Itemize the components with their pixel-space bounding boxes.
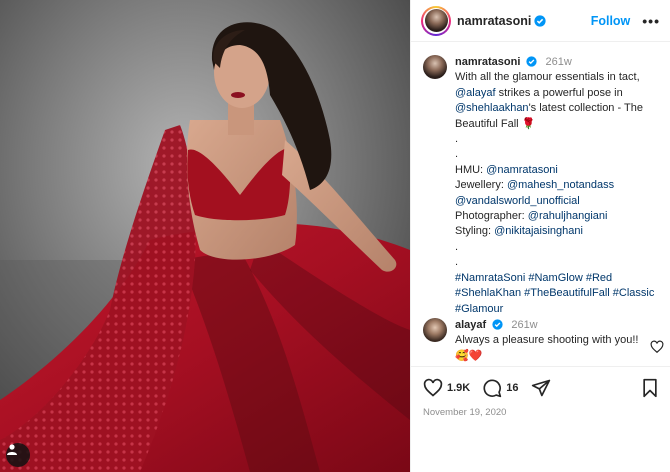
mention-link[interactable]: @namratasoni bbox=[486, 164, 558, 176]
caption-segment: . bbox=[455, 133, 459, 146]
mention-link[interactable]: @nikitajaisinghani bbox=[494, 225, 583, 237]
author-avatar[interactable] bbox=[421, 5, 451, 36]
caption-segment: . bbox=[455, 256, 459, 269]
verified-badge-icon bbox=[526, 56, 538, 67]
share-icon[interactable] bbox=[531, 378, 551, 398]
post-actions: 1.9K 16 November 19, 2020 bbox=[411, 366, 670, 418]
caption-timestamp[interactable]: 261w bbox=[546, 56, 572, 68]
caption-text: namratasoni 261w With all the glamour es… bbox=[455, 55, 660, 317]
post-photo[interactable] bbox=[0, 0, 410, 472]
post-header: namratasoni Follow ••• bbox=[411, 0, 670, 42]
caption-line: Photographer: @rahuljhangiani bbox=[455, 209, 660, 224]
caption-segment: Styling: bbox=[455, 225, 495, 238]
caption-line: #NamrataSoni #NamGlow #Red bbox=[455, 271, 660, 286]
caption-segment: Beautiful Fall 🌹 bbox=[455, 117, 536, 130]
caption-line: @vandalsworld_unofficial bbox=[455, 194, 660, 209]
mention-link[interactable]: @mahesh_notandass bbox=[507, 179, 614, 191]
caption-line: @shehlaakhan's latest collection - The bbox=[455, 101, 660, 116]
comment-icon[interactable] bbox=[482, 378, 502, 398]
caption-line: . bbox=[455, 240, 660, 255]
caption-line: . bbox=[455, 147, 660, 162]
caption-segment: With all the glamour essentials in tact, bbox=[455, 71, 640, 84]
user-icon bbox=[7, 444, 17, 455]
comment-emoji: 🥰❤️ bbox=[455, 349, 483, 362]
caption-line: #ShehlaKhan #TheBeautifulFall #Classic bbox=[455, 286, 660, 301]
mention-link[interactable]: @rahuljhangiani bbox=[528, 210, 608, 222]
caption-segment: Jewellery: bbox=[455, 179, 507, 192]
comment-author-avatar[interactable] bbox=[423, 318, 447, 342]
caption-line: Beautiful Fall 🌹 bbox=[455, 117, 660, 132]
caption-area: namratasoni 261w With all the glamour es… bbox=[411, 43, 670, 363]
caption-line: #Glamour bbox=[455, 302, 660, 317]
more-options-button[interactable]: ••• bbox=[642, 13, 660, 29]
comment-text: Always a pleasure shooting with you!! bbox=[455, 334, 639, 347]
comment-item: alayaf 261w Always a pleasure shooting w… bbox=[423, 318, 663, 364]
caption-line: . bbox=[455, 132, 660, 147]
verified-badge-icon bbox=[492, 319, 503, 330]
comment-username[interactable]: alayaf bbox=[455, 319, 486, 331]
caption-line: Jewellery: @mahesh_notandass bbox=[455, 178, 660, 193]
mention-link[interactable]: @alayaf bbox=[455, 87, 496, 99]
post-image bbox=[0, 0, 410, 472]
verified-badge-icon bbox=[534, 14, 546, 27]
caption-segment: strikes a powerful pose in bbox=[495, 86, 623, 99]
like-comment-icon[interactable] bbox=[650, 340, 664, 354]
tagged-users-button[interactable] bbox=[6, 443, 30, 467]
caption-segment: 's latest collection - The bbox=[528, 102, 643, 115]
caption-author-username[interactable]: namratasoni bbox=[455, 56, 520, 68]
caption-author-avatar[interactable] bbox=[423, 55, 447, 79]
author-username[interactable]: namratasoni bbox=[457, 14, 531, 28]
hashtag-link[interactable]: #NamrataSoni #NamGlow #Red bbox=[455, 272, 612, 284]
caption-line: . bbox=[455, 255, 660, 270]
caption-segment: HMU: bbox=[455, 163, 487, 176]
likes-count[interactable]: 1.9K bbox=[447, 382, 470, 394]
caption-segment: . bbox=[455, 240, 459, 253]
post-date[interactable]: November 19, 2020 bbox=[423, 407, 659, 418]
caption-segment: . bbox=[455, 148, 459, 161]
post-details-panel: namratasoni Follow ••• namratasoni 261w … bbox=[410, 0, 670, 472]
comment-timestamp[interactable]: 261w bbox=[511, 319, 537, 331]
caption-line: HMU: @namratasoni bbox=[455, 163, 660, 178]
heart-icon[interactable] bbox=[423, 378, 443, 398]
caption-line: Styling: @nikitajaisinghani bbox=[455, 224, 660, 239]
comments-count[interactable]: 16 bbox=[506, 382, 518, 394]
caption-line: @alayaf strikes a powerful pose in bbox=[455, 86, 660, 101]
follow-button[interactable]: Follow bbox=[591, 14, 631, 28]
mention-link[interactable]: @vandalsworld_unofficial bbox=[455, 195, 580, 207]
caption-line: With all the glamour essentials in tact, bbox=[455, 70, 660, 85]
caption-segment: Photographer: bbox=[455, 210, 528, 223]
caption-entry: namratasoni 261w With all the glamour es… bbox=[423, 55, 661, 317]
bookmark-icon[interactable] bbox=[641, 378, 659, 398]
hashtag-link[interactable]: #Glamour bbox=[455, 303, 503, 315]
hashtag-link[interactable]: #ShehlaKhan #TheBeautifulFall #Classic bbox=[455, 287, 654, 299]
mention-link[interactable]: @shehlaakhan bbox=[455, 102, 529, 114]
